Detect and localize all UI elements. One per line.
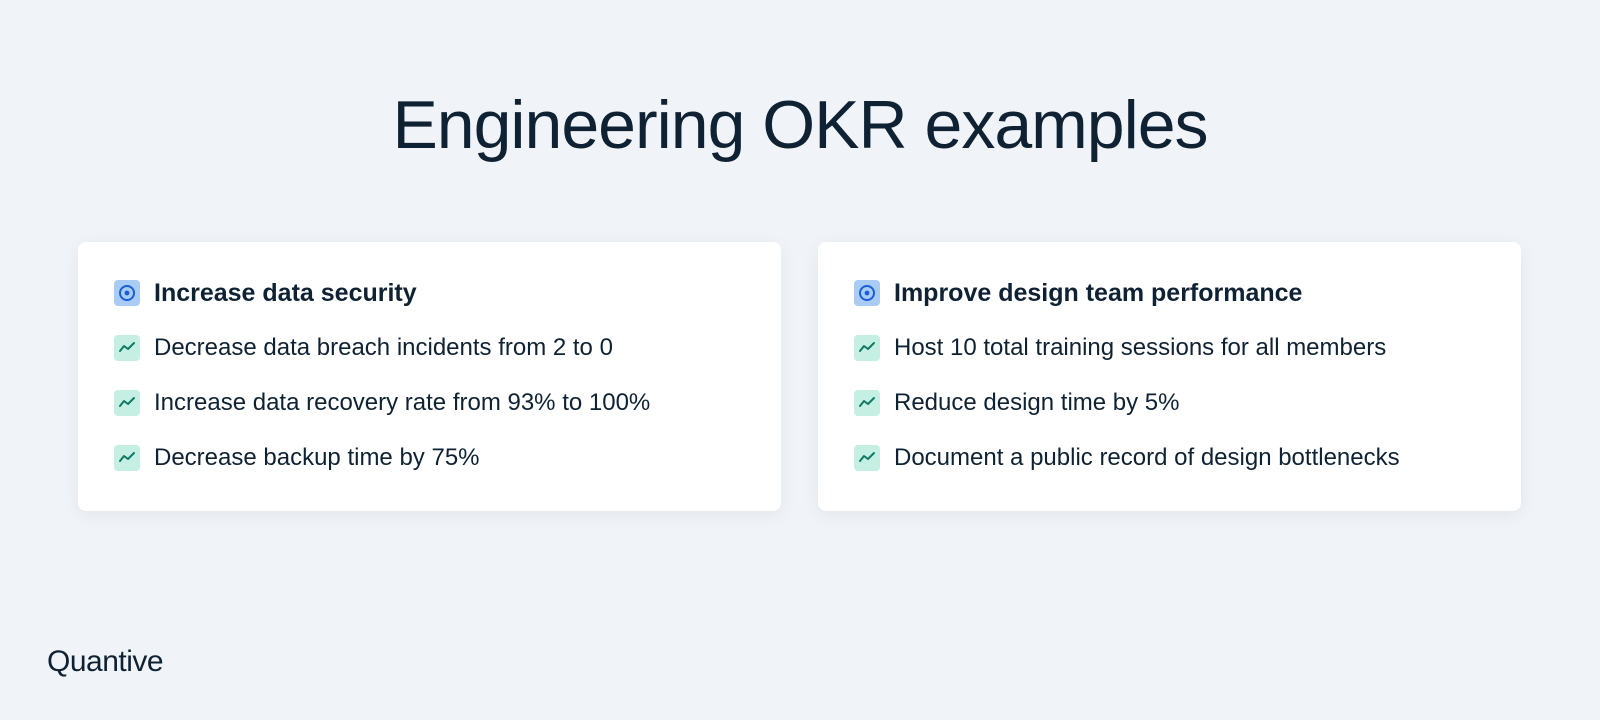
trend-line-icon	[854, 390, 880, 416]
objective-row: Improve design team performance	[854, 278, 1521, 307]
objective-title: Improve design team performance	[894, 278, 1303, 307]
key-result-row: Reduce design time by 5%	[854, 389, 1521, 416]
trend-line-icon	[854, 445, 880, 471]
key-result-text: Decrease data breach incidents from 2 to…	[154, 334, 613, 361]
key-result-row: Document a public record of design bottl…	[854, 444, 1521, 471]
key-result-row: Decrease backup time by 75%	[114, 444, 781, 471]
page-title: Engineering OKR examples	[392, 87, 1208, 163]
key-result-row: Host 10 total training sessions for all …	[854, 334, 1521, 361]
key-result-row: Decrease data breach incidents from 2 to…	[114, 334, 781, 361]
trend-line-icon	[854, 335, 880, 361]
target-icon	[854, 280, 880, 306]
trend-line-icon	[114, 445, 140, 471]
objective-title: Increase data security	[154, 278, 417, 307]
key-result-row: Increase data recovery rate from 93% to …	[114, 389, 781, 416]
target-icon	[114, 280, 140, 306]
trend-line-icon	[114, 390, 140, 416]
key-result-text: Reduce design time by 5%	[894, 389, 1180, 416]
trend-line-icon	[114, 335, 140, 361]
key-result-text: Increase data recovery rate from 93% to …	[154, 389, 651, 416]
objective-row: Increase data security	[114, 278, 781, 307]
key-result-text: Host 10 total training sessions for all …	[894, 334, 1387, 361]
key-result-text: Document a public record of design bottl…	[894, 444, 1400, 471]
okr-card-design-performance: Improve design team performance Host 10 …	[818, 242, 1521, 511]
okr-card-data-security: Increase data security Decrease data bre…	[78, 242, 781, 511]
key-result-text: Decrease backup time by 75%	[154, 444, 480, 471]
quantive-logo: Quantive	[47, 645, 164, 678]
